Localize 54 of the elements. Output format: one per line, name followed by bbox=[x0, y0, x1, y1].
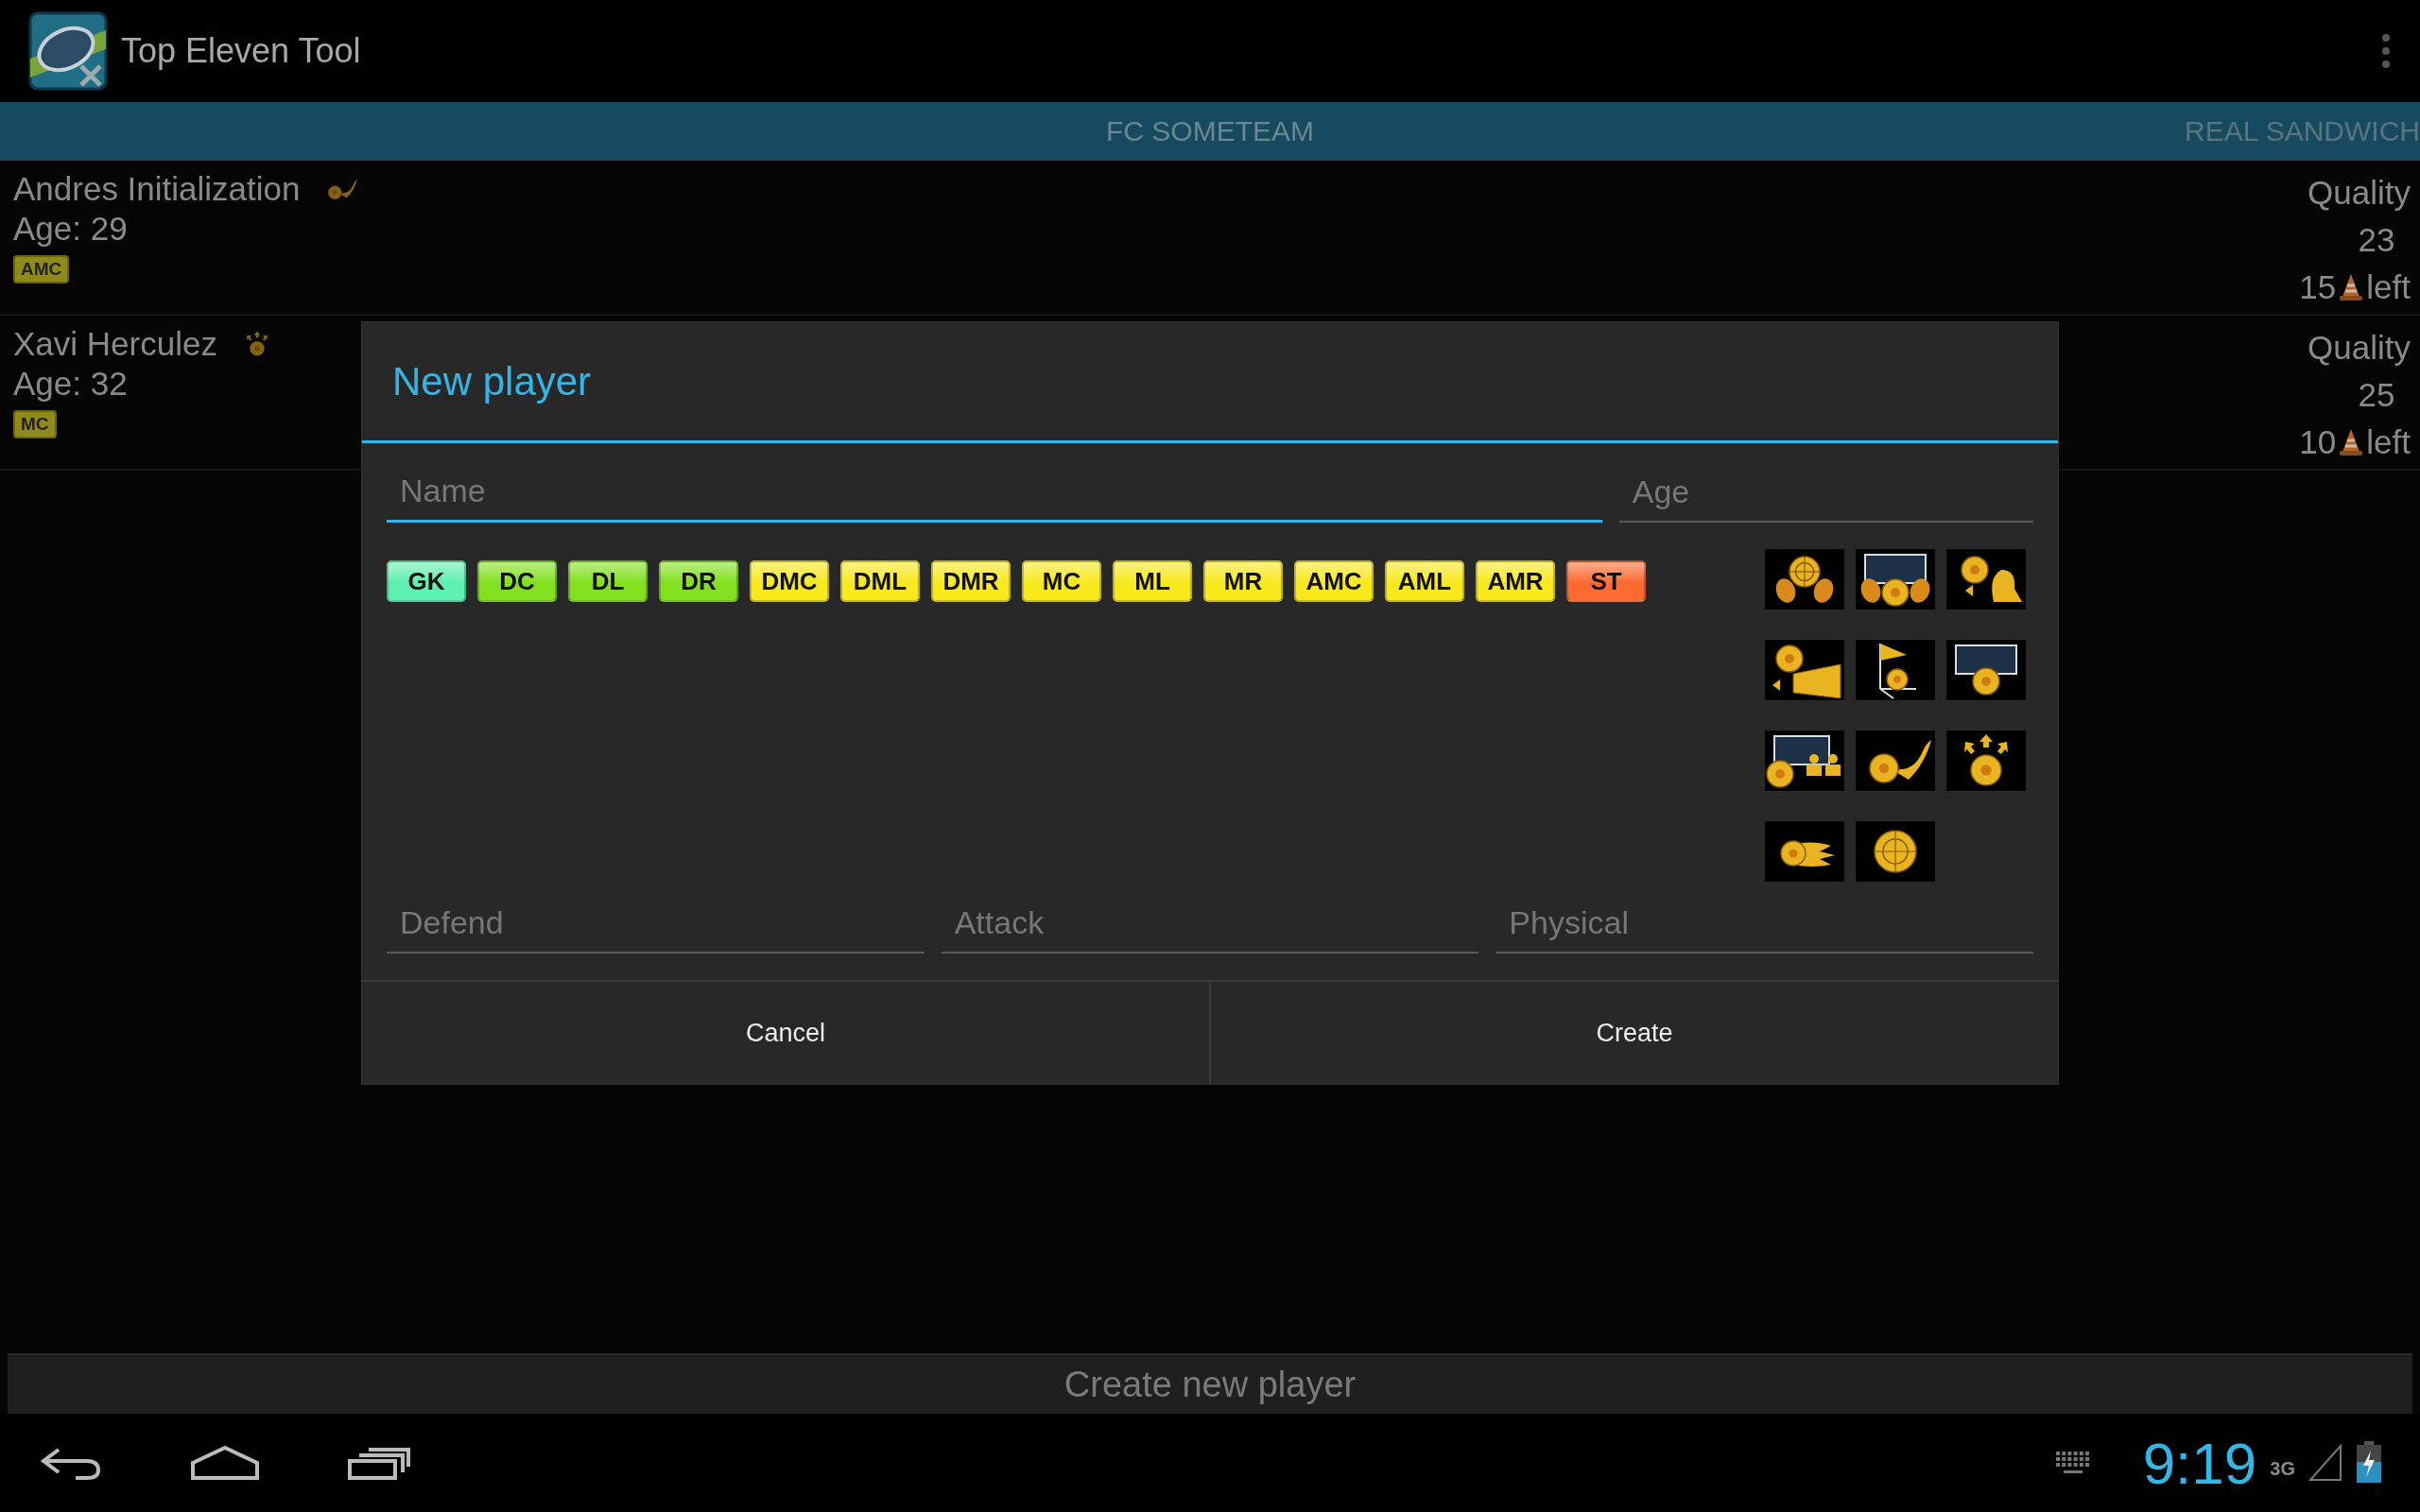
position-chip[interactable]: ML bbox=[1113, 560, 1192, 602]
dialog-title: New player bbox=[362, 322, 2058, 443]
training-count: 10 bbox=[2299, 422, 2337, 462]
cone-icon bbox=[2338, 427, 2365, 457]
position-chip[interactable]: AMC bbox=[1294, 560, 1374, 602]
cancel-button[interactable]: Cancel bbox=[362, 982, 1209, 1084]
position-chip[interactable]: DL bbox=[568, 560, 648, 602]
position-chip[interactable]: DR bbox=[659, 560, 738, 602]
create-player-button[interactable]: Create new player bbox=[8, 1353, 2412, 1414]
corner-flag-icon[interactable] bbox=[1856, 640, 1935, 700]
position-chip[interactable]: ST bbox=[1566, 560, 1646, 602]
clock: 9:19 bbox=[2142, 1429, 2257, 1497]
position-chip[interactable]: DC bbox=[477, 560, 557, 602]
player-age: Age: 29 bbox=[13, 210, 128, 248]
player-age: Age: 32 bbox=[13, 365, 128, 403]
stat-field[interactable]: Defend bbox=[387, 893, 925, 954]
stat-field[interactable]: Physical bbox=[1495, 893, 2033, 954]
cone-icon bbox=[2338, 272, 2365, 302]
player-name: Andres Initialization bbox=[13, 170, 301, 208]
target-icon[interactable] bbox=[1856, 821, 1935, 882]
age-field[interactable]: Age bbox=[1618, 462, 2033, 523]
left-label: left bbox=[2366, 267, 2411, 307]
position-chip[interactable]: DML bbox=[840, 560, 920, 602]
position-tag: AMC bbox=[13, 255, 70, 284]
position-chip[interactable]: DMC bbox=[750, 560, 829, 602]
network-label: 3G bbox=[2270, 1457, 2295, 1480]
home-icon[interactable] bbox=[189, 1444, 261, 1482]
battery-charging-icon bbox=[2356, 1441, 2382, 1485]
position-chip[interactable]: AML bbox=[1385, 560, 1464, 602]
goal-players-icon[interactable] bbox=[1765, 730, 1844, 791]
overflow-menu-icon[interactable] bbox=[2380, 32, 2392, 70]
position-chip[interactable]: DMR bbox=[931, 560, 1011, 602]
position-chip[interactable]: MR bbox=[1203, 560, 1283, 602]
quality-label: Quality bbox=[2308, 328, 2411, 368]
create-button[interactable]: Create bbox=[1209, 982, 2058, 1084]
position-chip[interactable]: GK bbox=[387, 560, 466, 602]
stat-field[interactable]: Attack bbox=[941, 893, 1479, 954]
signal-icon bbox=[2308, 1444, 2342, 1482]
quality-value: 23 bbox=[2357, 220, 2396, 260]
gloves-target-icon[interactable] bbox=[1765, 549, 1844, 610]
ball-head-icon[interactable] bbox=[1946, 549, 2026, 610]
name-field[interactable]: Name bbox=[387, 462, 1602, 523]
position-chip[interactable]: AMR bbox=[1476, 560, 1555, 602]
quality-label: Quality bbox=[2308, 173, 2411, 213]
quality-value: 25 bbox=[2357, 375, 2396, 415]
ball-arrows-icon[interactable] bbox=[1946, 730, 2026, 791]
ball-wall-icon[interactable] bbox=[1765, 640, 1844, 700]
app-title: Top Eleven Tool bbox=[121, 31, 362, 71]
position-tag: MC bbox=[13, 410, 57, 438]
position-chip[interactable]: MC bbox=[1022, 560, 1101, 602]
training-count: 15 bbox=[2299, 267, 2337, 307]
left-label: left bbox=[2366, 422, 2411, 462]
goalkeeper-goal-icon[interactable] bbox=[1856, 549, 1935, 610]
player-name: Xavi Herculez bbox=[13, 325, 217, 363]
